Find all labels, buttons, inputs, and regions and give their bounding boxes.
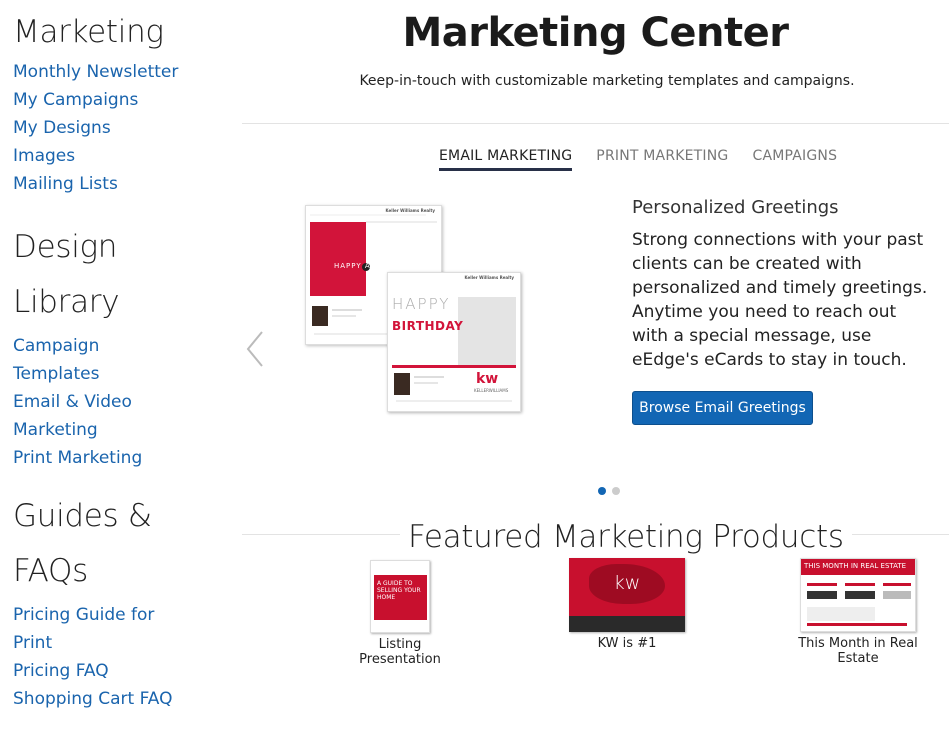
carousel-dot-1[interactable] xyxy=(598,487,606,495)
sidebar-link-shopping-cart-faq[interactable]: Shopping Cart FAQ xyxy=(13,685,233,713)
card2-text-line1: HAPPY xyxy=(392,295,451,313)
sidebar-link-my-designs[interactable]: My Designs xyxy=(13,114,233,142)
sidebar-heading-library: Library xyxy=(13,284,120,320)
sidebar-link-monthly-newsletter[interactable]: Monthly Newsletter xyxy=(13,58,233,86)
sidebar-heading-faqs: FAQs xyxy=(13,553,88,589)
chevron-left-icon[interactable] xyxy=(244,330,266,368)
product-this-month-real-estate[interactable]: THIS MONTH IN REAL ESTATE This Month in … xyxy=(778,558,938,666)
sidebar-link-print-marketing[interactable]: Print Marketing xyxy=(13,444,233,472)
birthday-card-image: Keller Williams Realty HAPPY BIRTHDAY kw… xyxy=(387,272,521,412)
featured-title: Featured Marketing Products xyxy=(400,519,852,555)
marketing-links: Monthly Newsletter My Campaigns My Desig… xyxy=(13,58,233,198)
product-caption: KW is #1 xyxy=(597,636,657,651)
sidebar-link-pricing-faq[interactable]: Pricing FAQ xyxy=(13,657,233,685)
tab-campaigns[interactable]: CAMPAIGNS xyxy=(752,148,837,171)
slide-description: Strong connections with your past client… xyxy=(632,230,928,370)
sidebar-link-templates[interactable]: Templates xyxy=(13,360,233,388)
this-month-thumb-text: THIS MONTH IN REAL ESTATE xyxy=(804,562,907,570)
sidebar-link-pricing-guide[interactable]: Pricing Guide for xyxy=(13,601,233,629)
kw-logo-icon: kw xyxy=(476,371,499,387)
marketing-tabs: EMAIL MARKETING PRINT MARKETING CAMPAIGN… xyxy=(439,148,837,171)
sidebar-heading-guides: Guides & xyxy=(13,498,152,534)
product-caption: This Month in Real Estate xyxy=(798,636,918,666)
slide-title: Personalized Greetings xyxy=(632,197,839,218)
sidebar: Marketing Monthly Newsletter My Campaign… xyxy=(13,12,233,713)
divider xyxy=(242,123,949,124)
logo-subtext: KELLERWILLIAMS xyxy=(474,388,509,393)
listing-presentation-thumbnail: A GUIDE TO SELLING YOUR HOME xyxy=(370,560,430,633)
sidebar-link-email-video[interactable]: Email & Video xyxy=(13,388,233,416)
product-listing-presentation[interactable]: A GUIDE TO SELLING YOUR HOME Listing Pre… xyxy=(337,560,463,667)
kw-thumb-logo: kw xyxy=(613,572,641,594)
page-title: Marketing Center xyxy=(402,10,789,56)
browse-email-greetings-button[interactable]: Browse Email Greetings xyxy=(632,391,813,425)
carousel-dot-2[interactable] xyxy=(612,487,620,495)
sidebar-link-campaign[interactable]: Campaign xyxy=(13,332,233,360)
tab-email-marketing[interactable]: EMAIL MARKETING xyxy=(439,148,573,171)
sidebar-link-marketing[interactable]: Marketing xyxy=(13,416,233,444)
product-caption: Listing Presentation xyxy=(359,637,441,667)
carousel-dots xyxy=(598,487,620,495)
sidebar-link-images[interactable]: Images xyxy=(13,142,233,170)
card2-text-line2: BIRTHDAY xyxy=(392,319,464,333)
page-subtitle: Keep-in-touch with customizable marketin… xyxy=(359,73,855,89)
this-month-thumbnail: THIS MONTH IN REAL ESTATE xyxy=(800,558,916,632)
card1-brand: Keller Williams Realty xyxy=(385,208,435,213)
listing-thumb-text: A GUIDE TO SELLING YOUR HOME xyxy=(377,580,421,601)
sidebar-link-mailing-lists[interactable]: Mailing Lists xyxy=(13,170,233,198)
sidebar-link-print[interactable]: Print xyxy=(13,629,233,657)
sidebar-heading-marketing: Marketing xyxy=(13,14,164,50)
product-kw-is-1[interactable]: kw KW is #1 xyxy=(568,558,686,651)
kw-is-1-thumbnail: kw xyxy=(569,558,685,632)
guides-links: Pricing Guide for Print Pricing FAQ Shop… xyxy=(13,601,233,713)
card1-text: HAPPY ANNIVERSARY xyxy=(334,262,426,270)
sidebar-link-my-campaigns[interactable]: My Campaigns xyxy=(13,86,233,114)
tab-print-marketing[interactable]: PRINT MARKETING xyxy=(596,148,728,171)
sidebar-heading-design: Design xyxy=(13,229,118,265)
card2-brand: Keller Williams Realty xyxy=(464,275,514,280)
design-library-links: Campaign Templates Email & Video Marketi… xyxy=(13,332,233,472)
